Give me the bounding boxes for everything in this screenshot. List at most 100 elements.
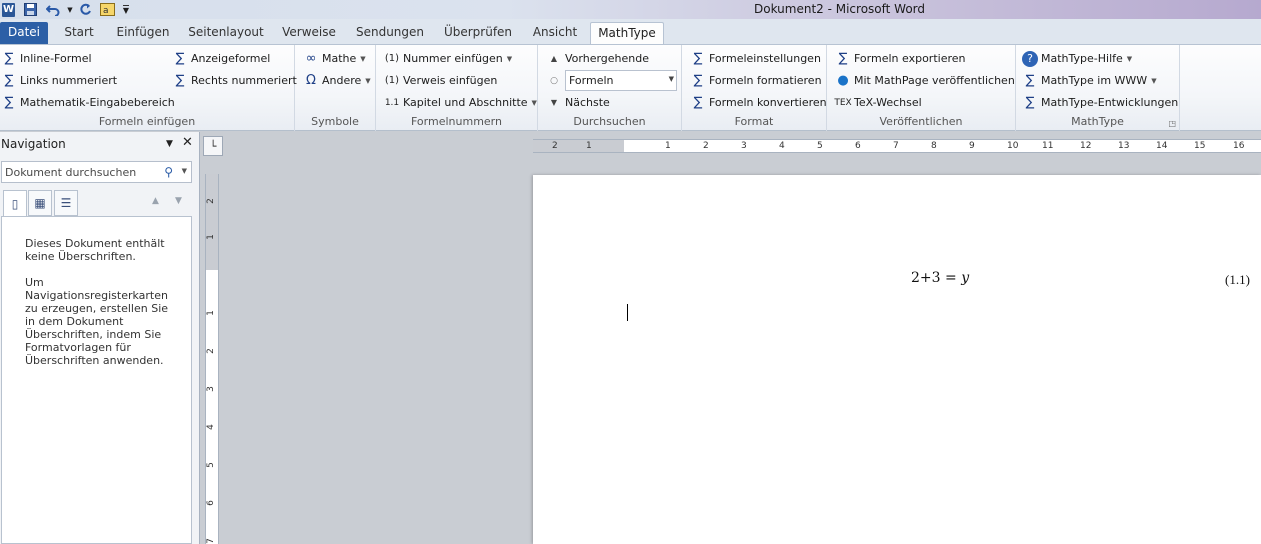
search-icon[interactable]: ⚲ bbox=[164, 165, 173, 179]
redo-icon[interactable] bbox=[77, 1, 94, 18]
tab-verweise[interactable]: Verweise bbox=[280, 22, 338, 44]
infinity-icon: ∞ bbox=[305, 51, 317, 66]
ruler-number: 7 bbox=[205, 538, 216, 544]
undo-dropdown-icon[interactable]: ▼ bbox=[66, 1, 74, 18]
tab-sendungen[interactable]: Sendungen bbox=[353, 22, 427, 44]
sigma-numbered-right-icon: ∑ bbox=[175, 73, 185, 88]
eq-op-equals: = bbox=[945, 270, 957, 286]
mathematik-eingabebereich-button[interactable]: ∑ Mathematik-Eingabebereich bbox=[1, 93, 175, 112]
mathtype-entwicklungen-label: MathType-Entwicklungen bbox=[1041, 96, 1179, 109]
math-equation[interactable]: 2+3 = y bbox=[911, 270, 969, 286]
mathe-button[interactable]: ∞ Mathe ▼ bbox=[303, 49, 366, 68]
vertical-ruler[interactable]: 2 1 1 2 3 4 5 6 7 bbox=[205, 174, 219, 544]
chevron-down-icon: ▼ bbox=[360, 54, 366, 63]
tab-results-icon[interactable]: ☰ bbox=[54, 190, 78, 216]
tab-headings-icon[interactable]: ▯ bbox=[3, 190, 27, 216]
document-page[interactable]: 2+3 = y (1.1) bbox=[533, 175, 1261, 544]
naechste-button[interactable]: ▼ Nächste bbox=[546, 93, 610, 112]
create-headings-hint: Um Navigationsregisterkarten zu erzeugen… bbox=[25, 276, 169, 367]
ruler-number: 5 bbox=[205, 462, 216, 468]
close-icon[interactable]: ✕ bbox=[182, 135, 193, 150]
nummer-einfuegen-button[interactable]: (1) Nummer einfügen ▼ bbox=[384, 49, 512, 68]
tab-selector-button[interactable]: └ bbox=[203, 136, 223, 156]
ruler-number: 1 bbox=[205, 310, 216, 316]
tab-seitenlayout[interactable]: Seitenlayout bbox=[186, 22, 266, 44]
sigma-math-region-icon: ∑ bbox=[4, 95, 14, 110]
links-nummeriert-button[interactable]: ∑ Links nummeriert bbox=[1, 71, 117, 90]
title-bar: W ▼ a ▼ Dokument2 - Microsoft Word bbox=[0, 0, 1261, 19]
chevron-down-icon: ▼ bbox=[1151, 76, 1157, 85]
mathtype-entwicklungen-button[interactable]: ∑ MathType-Entwicklungen bbox=[1022, 93, 1179, 112]
customize-qat-icon[interactable]: ▼ bbox=[121, 1, 131, 18]
dialog-launcher-icon[interactable]: ◳ bbox=[1168, 119, 1176, 128]
eq-num-a: 2 bbox=[911, 270, 920, 286]
verweis-einfuegen-button[interactable]: (1) Verweis einfügen bbox=[384, 71, 497, 90]
formeleinstellungen-button[interactable]: ∑ Formeleinstellungen bbox=[690, 49, 821, 68]
eq-op-plus: + bbox=[919, 270, 932, 286]
search-radio[interactable]: ○ bbox=[546, 71, 565, 90]
vorhergehende-button[interactable]: ▲ Vorhergehende bbox=[546, 49, 649, 68]
ruler-number: 1 bbox=[586, 141, 592, 151]
formeln-exportieren-button[interactable]: ∑ Formeln exportieren bbox=[835, 49, 966, 68]
formeln-formatieren-button[interactable]: ∑ Formeln formatieren bbox=[690, 71, 822, 90]
tab-mathtype[interactable]: MathType bbox=[590, 22, 664, 44]
group-label-symbole: Symbole bbox=[311, 115, 359, 128]
tab-einfuegen[interactable]: Einfügen bbox=[112, 22, 174, 44]
formeln-formatieren-label: Formeln formatieren bbox=[709, 74, 822, 87]
horizontal-ruler[interactable]: 2 1 1 2 3 4 5 6 7 8 9 10 11 12 13 14 15 16 bbox=[533, 139, 1261, 153]
durchsuchen-combo[interactable]: Formeln ▼ bbox=[565, 70, 677, 91]
next-heading-icon[interactable]: ▼ bbox=[175, 196, 182, 206]
andere-label: Andere bbox=[322, 74, 362, 87]
tab-ansicht[interactable]: Ansicht bbox=[529, 22, 581, 44]
mathpage-button[interactable]: ● Mit MathPage veröffentlichen bbox=[835, 71, 1014, 90]
tab-datei[interactable]: Datei bbox=[0, 22, 48, 44]
quick-access-toolbar: W ▼ a ▼ bbox=[0, 0, 136, 19]
ruler-number: 2 bbox=[205, 198, 216, 204]
mathtype-hilfe-button[interactable]: ? MathType-Hilfe ▼ bbox=[1022, 49, 1132, 68]
kapitel-abschnitte-button[interactable]: 1.1 Kapitel und Abschnitte ▼ bbox=[384, 93, 537, 112]
mathtype-hilfe-label: MathType-Hilfe bbox=[1041, 52, 1123, 65]
mathtype-quick-icon[interactable]: a bbox=[99, 1, 116, 18]
group-label-mathtype: MathType bbox=[1071, 115, 1124, 128]
search-options-icon[interactable]: ▼ bbox=[182, 167, 187, 175]
previous-heading-icon[interactable]: ▲ bbox=[152, 196, 159, 206]
ruler-number: 9 bbox=[969, 141, 975, 151]
ruler-number: 7 bbox=[893, 141, 899, 151]
sigma-display-icon: ∑ bbox=[175, 51, 185, 66]
sigma-web-icon: ∑ bbox=[1025, 73, 1035, 88]
arrow-down-icon: ▼ bbox=[550, 98, 558, 107]
ruler-number: 12 bbox=[1080, 141, 1092, 151]
tab-ueberpruefen[interactable]: Überprüfen bbox=[442, 22, 514, 44]
tab-pages-icon[interactable]: ▦ bbox=[28, 190, 52, 216]
pane-options-icon[interactable]: ▼ bbox=[166, 139, 173, 149]
eq-num-b: 3 bbox=[931, 270, 941, 286]
ruler-number: 6 bbox=[205, 500, 216, 506]
group-veroeffentlichen: ∑ Formeln exportieren ● Mit MathPage veröf… bbox=[827, 45, 1016, 131]
ruler-number: 4 bbox=[205, 424, 216, 430]
chevron-down-icon: ▼ bbox=[506, 54, 513, 63]
andere-button[interactable]: Ω Andere ▼ bbox=[303, 71, 371, 90]
inline-formel-label: Inline-Formel bbox=[20, 52, 92, 65]
word-app-icon[interactable]: W bbox=[0, 1, 17, 18]
rechts-nummeriert-button[interactable]: ∑ Rechts nummeriert bbox=[172, 71, 297, 90]
mathtype-www-button[interactable]: ∑ MathType im WWW ▼ bbox=[1022, 71, 1157, 90]
save-icon[interactable] bbox=[22, 1, 39, 18]
formeln-konvertieren-button[interactable]: ∑ Formeln konvertieren bbox=[690, 93, 827, 112]
group-label-formeln-einfuegen: Formeln einfügen bbox=[98, 115, 196, 128]
sigma-convert-icon: ∑ bbox=[693, 95, 703, 110]
group-label-format: Format bbox=[734, 115, 774, 128]
inline-formel-button[interactable]: ∑ Inline-Formel bbox=[1, 49, 92, 68]
text-cursor bbox=[627, 304, 628, 321]
radio-icon: ○ bbox=[550, 75, 558, 86]
sigma-icon: ∑ bbox=[4, 51, 14, 66]
anzeigeformel-button[interactable]: ∑ Anzeigeformel bbox=[172, 49, 271, 68]
formeleinstellungen-label: Formeleinstellungen bbox=[709, 52, 821, 65]
tab-start[interactable]: Start bbox=[58, 22, 100, 44]
equation-number: (1.1) bbox=[1225, 272, 1250, 287]
chevron-down-icon: ▼ bbox=[1126, 54, 1133, 63]
navigation-search-input[interactable]: Dokument durchsuchen ⚲ ▼ bbox=[1, 161, 192, 183]
kapitel-abschnitte-label: Kapitel und Abschnitte bbox=[403, 96, 528, 109]
tex-wechsel-button[interactable]: TEX TeX-Wechsel bbox=[834, 93, 921, 112]
navigation-body: Dieses Dokument enthält keine Überschrif… bbox=[1, 216, 192, 544]
undo-icon[interactable] bbox=[44, 1, 61, 18]
